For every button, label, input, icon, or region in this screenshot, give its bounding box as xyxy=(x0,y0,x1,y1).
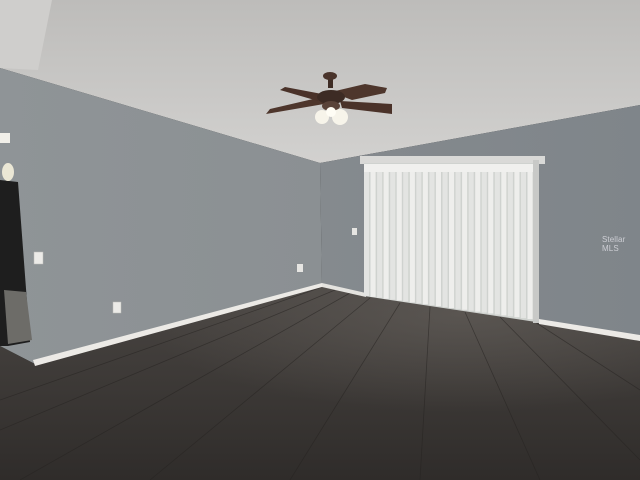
light-fixture-icon xyxy=(0,133,10,143)
blind-slat xyxy=(390,170,396,300)
blind-slat xyxy=(396,170,402,301)
watermark: Stellar MLS xyxy=(602,235,626,253)
blind-slat xyxy=(449,170,455,308)
blind-slat xyxy=(455,170,461,309)
blind-slat xyxy=(377,170,383,298)
light-glow xyxy=(2,163,14,181)
blind-slat xyxy=(462,170,468,310)
blind-slat xyxy=(520,170,526,319)
room-scene xyxy=(0,0,640,480)
blind-slat xyxy=(429,170,435,306)
blind-slat xyxy=(370,170,376,297)
blind-slat xyxy=(527,170,533,320)
blind-slat xyxy=(435,170,441,307)
blind-slat xyxy=(494,170,500,315)
door-jamb-right xyxy=(533,160,539,323)
outlet-icon-2 xyxy=(297,264,303,272)
outlet-icon xyxy=(112,301,122,314)
blind-headrail xyxy=(364,164,534,172)
blind-slat xyxy=(475,170,481,312)
blind-slat xyxy=(507,170,513,317)
blind-slat xyxy=(403,170,409,302)
light-switch-icon xyxy=(33,251,44,265)
blind-slat xyxy=(481,170,487,313)
blind-slat xyxy=(442,170,448,308)
blind-slat xyxy=(416,170,422,304)
outlet-icon-3 xyxy=(352,228,357,235)
blind-slat xyxy=(409,170,415,303)
blind-slat xyxy=(383,170,389,299)
blind-slat xyxy=(514,170,520,318)
blind-slat xyxy=(501,170,507,316)
blind-slat xyxy=(488,170,494,314)
blind-slat xyxy=(468,170,474,311)
door-frame xyxy=(360,156,545,164)
blind-slat xyxy=(422,170,428,305)
blind-slat xyxy=(364,170,370,296)
